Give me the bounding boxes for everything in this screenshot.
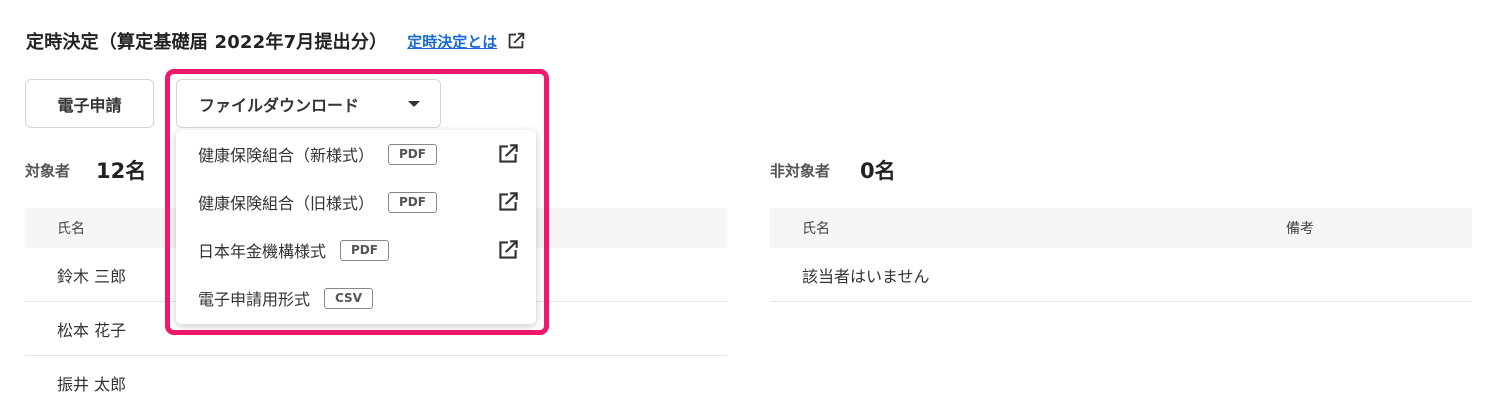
non-target-count: 0名 — [860, 159, 896, 183]
column-name-header: 氏名 — [802, 221, 830, 237]
menu-item-label: 電子申請用形式 — [198, 290, 311, 309]
menu-item-label: 健康保険組合（旧様式） — [198, 194, 375, 213]
format-badge: PDF — [388, 191, 437, 213]
menu-item-efile-format[interactable]: 電子申請用形式 CSV — [176, 274, 536, 322]
non-target-label: 非対象者 — [770, 162, 831, 180]
format-badge: PDF — [388, 143, 437, 165]
menu-item-health-insurance-new[interactable]: 健康保険組合（新様式） PDF — [176, 130, 536, 178]
file-download-button[interactable]: ファイルダウンロード — [176, 79, 441, 128]
page-title: 定時決定（算定基礎届 2022年7月提出分） — [26, 32, 388, 53]
chevron-down-icon — [408, 101, 420, 107]
column-name-header: 氏名 — [57, 221, 85, 237]
employee-name: 振井 太郎 — [57, 375, 127, 394]
menu-item-label: 健康保険組合（新様式） — [198, 146, 375, 165]
file-download-label: ファイルダウンロード — [199, 95, 360, 115]
title-row: 定時決定（算定基礎届 2022年7月提出分） 定時決定とは — [26, 28, 527, 54]
download-dropdown-menu: 健康保険組合（新様式） PDF 健康保険組合（旧様式） PDF 日本年金機構様式… — [176, 130, 536, 324]
external-link-icon[interactable] — [495, 189, 521, 215]
target-count: 12名 — [96, 159, 147, 183]
target-label: 対象者 — [25, 162, 71, 180]
external-link-icon[interactable] — [495, 141, 521, 167]
external-link-icon[interactable] — [495, 237, 521, 263]
external-link-icon[interactable] — [505, 30, 527, 52]
empty-message: 該当者はいません — [802, 266, 930, 286]
table-row[interactable]: 振井 太郎 — [25, 356, 727, 406]
non-target-table: 氏名 備考 該当者はいません — [770, 208, 1472, 302]
efile-button[interactable]: 電子申請 — [25, 79, 154, 128]
efile-button-label: 電子申請 — [57, 95, 122, 115]
column-remarks-header: 備考 — [1286, 221, 1314, 237]
format-badge: PDF — [340, 239, 389, 261]
employee-name: 松本 花子 — [57, 320, 127, 340]
menu-item-label: 日本年金機構様式 — [198, 242, 327, 261]
menu-item-health-insurance-old[interactable]: 健康保険組合（旧様式） PDF — [176, 178, 536, 226]
employee-name: 鈴木 三郎 — [57, 266, 127, 286]
empty-row: 該当者はいません — [770, 248, 1472, 302]
help-link[interactable]: 定時決定とは — [407, 31, 497, 52]
menu-item-pension-service[interactable]: 日本年金機構様式 PDF — [176, 226, 536, 274]
table-header: 氏名 備考 — [770, 208, 1472, 248]
format-badge: CSV — [324, 287, 373, 309]
